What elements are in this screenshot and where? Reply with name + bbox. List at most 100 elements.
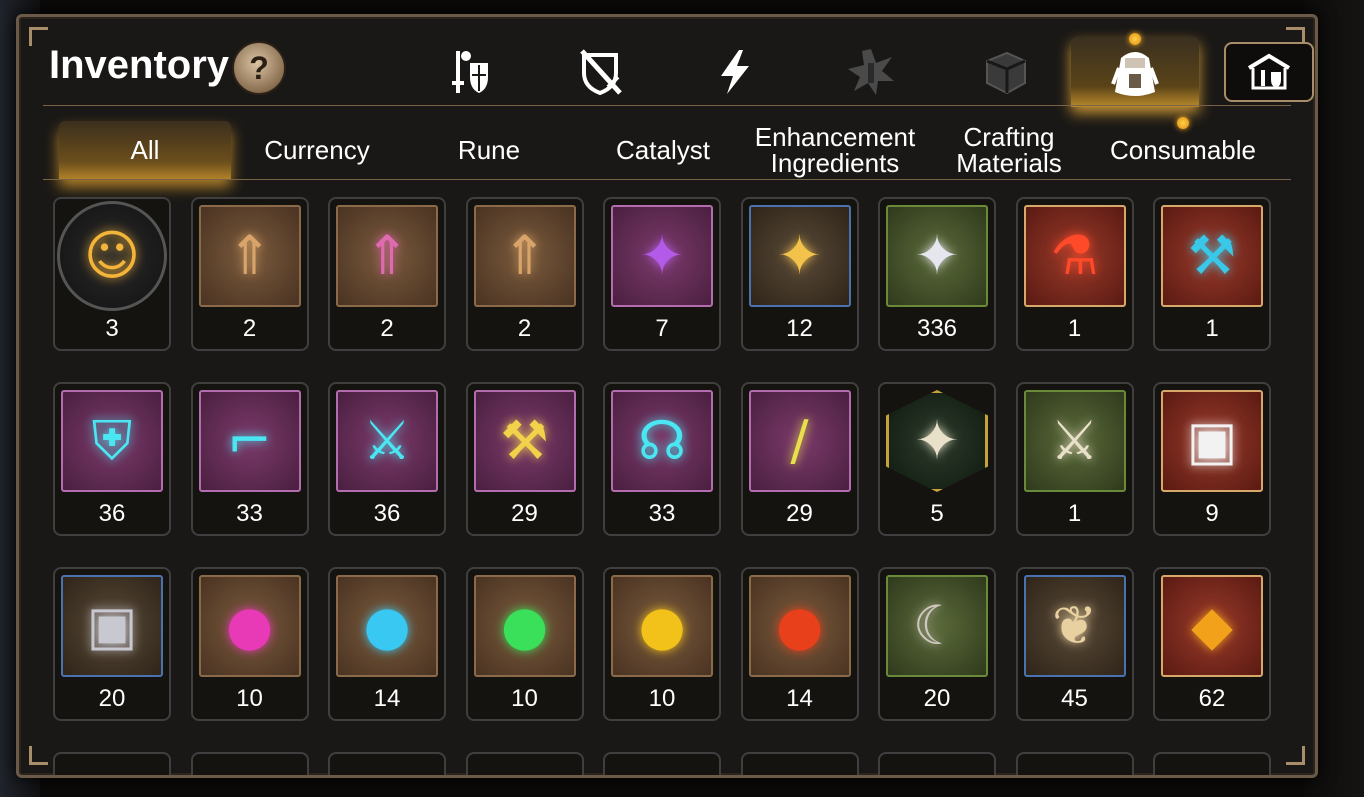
tab-consumable[interactable]: Consumable: [1097, 121, 1269, 179]
star-burst-icon: [848, 49, 894, 95]
tab-equipment[interactable]: [405, 37, 533, 107]
steel-chest-icon: ▣: [86, 594, 138, 657]
item-slot[interactable]: ⛨ 36: [53, 382, 171, 536]
item-count: 10: [511, 685, 538, 712]
item-count: 36: [98, 500, 126, 527]
item-slot[interactable]: [603, 752, 721, 775]
category-tabs: All Currency Rune Catalyst Enhancement I…: [59, 117, 1299, 179]
item-count: 7: [655, 315, 669, 342]
help-button[interactable]: ?: [232, 41, 286, 95]
item-frame: ⚔: [336, 390, 438, 492]
item-slot[interactable]: [190, 752, 309, 775]
item-frame: ⚔: [1023, 390, 1126, 492]
item-slot[interactable]: ⚔ 36: [328, 382, 446, 536]
item-slot[interactable]: / 29: [740, 382, 859, 536]
tab-rune-category[interactable]: Rune: [403, 121, 575, 179]
red-gem-icon: ●: [775, 594, 824, 657]
tab-enhancement-ingredients-label: Enhancement Ingredients: [754, 122, 916, 178]
item-frame: ▣: [1161, 390, 1263, 492]
item-slot[interactable]: ◆ 62: [1153, 567, 1271, 721]
rainbow-scroll-upgrade-icon: ⇑: [364, 224, 410, 287]
item-slot[interactable]: ⚔ 1: [1015, 382, 1134, 536]
item-slot[interactable]: ⇑ 2: [190, 197, 309, 351]
help-button-label: ?: [249, 49, 269, 86]
item-count: 10: [648, 685, 676, 712]
tab-crafting-materials[interactable]: Crafting Materials: [923, 121, 1095, 179]
item-slot[interactable]: ⚒ 1: [1153, 197, 1271, 351]
green-gem-icon: ●: [500, 594, 549, 657]
item-slot[interactable]: [465, 752, 584, 775]
tab-currency-label: Currency: [264, 135, 370, 165]
tab-catalyst-label: Catalyst: [616, 135, 710, 165]
claw-icon: ☾: [912, 594, 962, 657]
tab-all[interactable]: All: [59, 121, 231, 179]
tab-bag[interactable]: [1071, 33, 1199, 107]
tab-artifact[interactable]: [671, 37, 799, 107]
silver-chest-icon: ▣: [1186, 409, 1238, 472]
item-slot[interactable]: ● 14: [328, 567, 446, 721]
item-count: 29: [786, 500, 813, 527]
item-slot[interactable]: ✦ 336: [878, 197, 996, 351]
item-count: 1: [1205, 315, 1219, 342]
item-slot[interactable]: [1153, 752, 1271, 775]
tab-rune[interactable]: [807, 37, 935, 107]
tab-enhancement-ingredients[interactable]: Enhancement Ingredients: [749, 121, 921, 179]
ginseng-root-icon: ❦: [1051, 594, 1098, 657]
item-frame: ▣: [61, 575, 163, 677]
item-count: 14: [786, 685, 813, 712]
blade-rune-icon: /: [790, 409, 809, 472]
page-title: Inventory: [49, 43, 230, 87]
item-frame: ☊: [611, 390, 713, 492]
scroll-upgrade-icon: ⇑: [226, 224, 273, 287]
item-slot[interactable]: ✦ 12: [740, 197, 859, 351]
item-count: 5: [930, 500, 944, 527]
sword-rune-icon: ⚔: [362, 409, 412, 472]
item-slot[interactable]: ● 10: [603, 567, 721, 721]
item-count: 2: [380, 315, 394, 342]
tab-unequipped[interactable]: [537, 37, 665, 107]
inventory-panel: Inventory ? All Currency Rune Catalyst E…: [16, 14, 1318, 778]
item-frame: ◆: [1161, 575, 1263, 677]
item-slot[interactable]: [740, 752, 859, 775]
item-slot[interactable]: ✦ 7: [603, 197, 721, 351]
item-slot[interactable]: ● 10: [465, 567, 584, 721]
scroll-upgrade-icon: ⇑: [501, 224, 548, 287]
item-frame: ●: [611, 575, 713, 677]
item-slot[interactable]: ▣ 20: [53, 567, 171, 721]
item-slot[interactable]: ⇑ 2: [328, 197, 446, 351]
item-slot[interactable]: ⇑ 2: [465, 197, 584, 351]
item-frame: ⚒: [473, 390, 576, 492]
item-count: 2: [242, 315, 257, 342]
item-count: 12: [786, 315, 813, 342]
item-slot[interactable]: ▣ 9: [1153, 382, 1271, 536]
item-slot[interactable]: ⌐ 33: [190, 382, 309, 536]
item-frame: ●: [336, 575, 438, 677]
item-slot[interactable]: [1015, 752, 1134, 775]
tab-consumable-label: Consumable: [1110, 135, 1256, 165]
panel-corner: [29, 27, 48, 46]
item-frame: ⇑: [198, 205, 301, 307]
item-slot[interactable]: ⚒ 29: [465, 382, 584, 536]
item-slot[interactable]: ✦ 5: [878, 382, 996, 536]
lightning-icon: [721, 50, 749, 94]
item-slot[interactable]: ☺ 3: [53, 197, 171, 351]
item-slot[interactable]: ● 10: [190, 567, 309, 721]
backpack-icon: [1111, 52, 1159, 96]
gold-crystal-icon: ✦: [776, 224, 823, 287]
tab-cube[interactable]: [941, 37, 1069, 107]
tab-storage[interactable]: [1205, 37, 1315, 107]
item-slot[interactable]: [53, 752, 171, 775]
item-slot[interactable]: ❦ 45: [1015, 567, 1134, 721]
item-count: 3: [105, 315, 119, 342]
item-count: 1: [1067, 315, 1082, 342]
item-slot[interactable]: [878, 752, 996, 775]
item-slot[interactable]: ☊ 33: [603, 382, 721, 536]
item-slot[interactable]: ● 14: [740, 567, 859, 721]
item-frame: ✦: [611, 205, 713, 307]
item-frame: ✦: [748, 205, 851, 307]
tab-currency[interactable]: Currency: [231, 121, 403, 179]
item-slot[interactable]: ☾ 20: [878, 567, 996, 721]
item-slot[interactable]: [328, 752, 446, 775]
tab-catalyst[interactable]: Catalyst: [577, 121, 749, 179]
item-slot[interactable]: ⚗ 1: [1015, 197, 1134, 351]
